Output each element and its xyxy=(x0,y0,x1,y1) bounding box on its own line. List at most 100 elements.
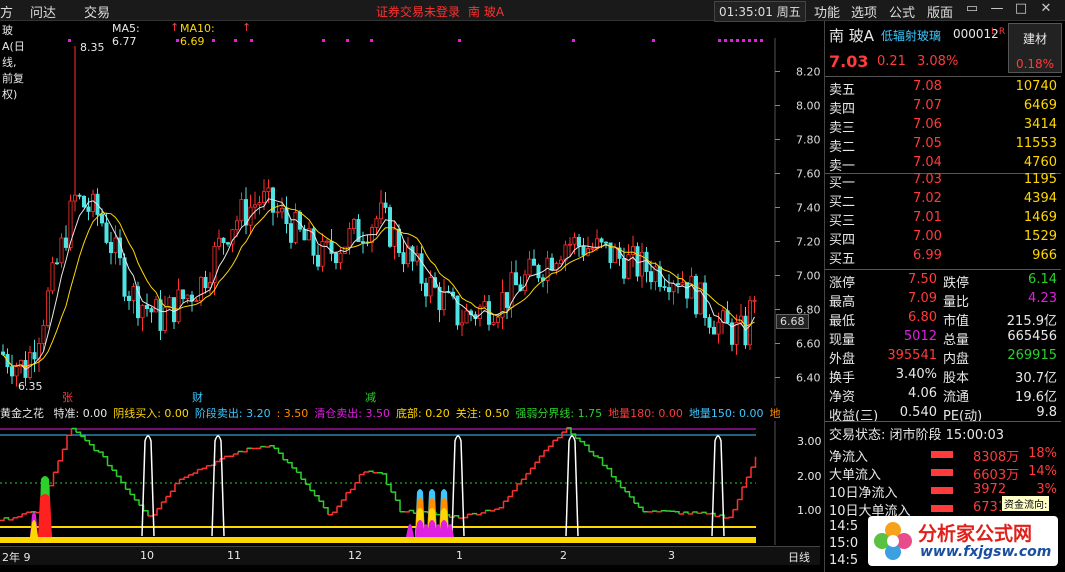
candle-body xyxy=(387,207,392,247)
stat-value: 5012 xyxy=(903,329,937,344)
candle-body xyxy=(622,258,627,279)
indicator-step xyxy=(751,456,757,468)
signal-dot xyxy=(212,39,215,42)
indicator-step xyxy=(310,489,316,496)
ask-row[interactable]: 卖三 7.06 3414 xyxy=(825,116,1061,136)
candle-body xyxy=(351,219,356,229)
menu-item-formula[interactable]: 公式 xyxy=(889,2,915,21)
indicator-step xyxy=(652,510,658,512)
candle-body xyxy=(32,352,37,360)
ask-row[interactable]: 卖五 7.08 10740 xyxy=(825,78,1061,98)
candle-body xyxy=(109,242,114,254)
bid-label: 买五 xyxy=(829,252,856,267)
menu-item-layout[interactable]: 版面 xyxy=(927,2,953,21)
signal-dot xyxy=(748,39,751,42)
indicator-step xyxy=(404,510,410,513)
candle-body xyxy=(712,326,717,335)
stat-row: 现量 5012 总量 665456 xyxy=(825,328,1061,348)
tick-time: 14:5 xyxy=(829,519,859,534)
indicator-step xyxy=(94,449,100,453)
ask-row[interactable]: 卖二 7.05 11553 xyxy=(825,135,1061,155)
indicator-step xyxy=(89,444,95,451)
close-icon[interactable]: ✕ xyxy=(1038,1,1054,17)
bid-row[interactable]: 买三 7.01 1469 xyxy=(825,209,1061,229)
time-tick-3: 12 xyxy=(348,549,362,562)
indicator-step xyxy=(206,465,212,467)
candle-body xyxy=(694,275,699,315)
candle-body xyxy=(649,271,654,283)
candle-body xyxy=(568,243,573,246)
indicator-step xyxy=(575,437,581,442)
candle-body xyxy=(113,237,118,254)
menu-item-options[interactable]: 选项 xyxy=(851,2,877,21)
event-tag-zhang[interactable]: 张 xyxy=(62,389,73,405)
indicator-step xyxy=(58,449,64,462)
window-icon[interactable]: ▭ xyxy=(964,1,980,17)
event-tag-jian[interactable]: 减 xyxy=(365,389,376,405)
indicator-step xyxy=(107,464,113,471)
bid-row[interactable]: 买四 7.00 1529 xyxy=(825,228,1061,248)
indicator-step xyxy=(13,516,19,519)
indicator-step xyxy=(53,460,59,474)
indicator-step xyxy=(22,512,28,515)
indicator-step xyxy=(85,439,91,445)
bid-volume: 966 xyxy=(1032,248,1057,263)
indicator-step xyxy=(103,455,109,466)
bid-row[interactable]: 买一 7.03 1195 xyxy=(825,171,1061,191)
indicator-step xyxy=(625,490,631,497)
indicator-step xyxy=(350,482,356,491)
candle-body xyxy=(725,310,730,324)
indicator-step xyxy=(728,509,734,519)
candle-body xyxy=(572,236,577,245)
candle-body xyxy=(153,299,158,313)
signal-dot xyxy=(234,39,237,42)
indicator-step xyxy=(508,490,514,498)
event-tag-cai[interactable]: 财 xyxy=(192,389,203,405)
candle-body xyxy=(293,211,298,243)
menu-item-wenda[interactable]: 问达 xyxy=(30,2,56,21)
candle-body xyxy=(180,289,185,300)
indicator-chart[interactable] xyxy=(0,421,822,545)
menu-item-0[interactable]: 方 xyxy=(0,2,13,21)
price-axis-tick: 7.80 xyxy=(796,134,821,147)
price-axis-tick: 8.20 xyxy=(796,66,821,79)
menu-item-trade[interactable]: 交易 xyxy=(84,2,110,21)
minimize-icon[interactable]: — xyxy=(989,1,1005,17)
candlestick-chart[interactable]: 8.208.007.807.607.407.207.006.806.606.40 xyxy=(0,38,822,406)
sell-spike xyxy=(211,435,225,537)
flow-pct: 18% xyxy=(1028,446,1057,461)
low-price-mark: 6.35 xyxy=(18,380,43,393)
candle-body xyxy=(532,258,537,266)
indicator-step xyxy=(287,462,293,468)
maximize-icon[interactable]: □ xyxy=(1013,1,1029,17)
ask-row[interactable]: 卖四 7.07 6469 xyxy=(825,97,1061,117)
candle-body xyxy=(626,254,631,279)
flow-bar xyxy=(931,451,953,458)
period-label[interactable]: 日线 xyxy=(788,549,810,565)
bid-row[interactable]: 买二 7.02 4394 xyxy=(825,190,1061,210)
indicator-step xyxy=(638,506,644,512)
indicator-step xyxy=(323,507,329,515)
signal-dot xyxy=(68,39,71,42)
indicator-step xyxy=(737,487,743,501)
indicator-step xyxy=(458,517,464,519)
price-axis-tick: 8.00 xyxy=(796,100,821,113)
stat-row: 最高 7.09 量比 4.23 xyxy=(825,290,1061,310)
indicator-step xyxy=(121,481,127,490)
bid-label: 买四 xyxy=(829,233,856,248)
menu-item-function[interactable]: 功能 xyxy=(814,2,840,21)
candle-body xyxy=(459,322,464,326)
flow-bar xyxy=(931,505,953,512)
indicator-step xyxy=(274,447,280,454)
stat-label: 跌停 xyxy=(943,276,970,291)
candle-body xyxy=(504,292,509,308)
stock-tag[interactable]: 低辐射玻璃 xyxy=(881,27,941,44)
candle-body xyxy=(396,228,401,254)
indicator-legend-item: 阶段卖出: 3.20 xyxy=(194,407,271,420)
stat-value: 665456 xyxy=(1007,329,1057,344)
sector-button[interactable]: 建材 xyxy=(1009,30,1061,47)
bid-row[interactable]: 买五 6.99 966 xyxy=(825,247,1061,267)
indicator-step xyxy=(526,468,532,475)
indicator-step xyxy=(17,513,23,518)
time-tick-6: 3 xyxy=(668,549,675,562)
